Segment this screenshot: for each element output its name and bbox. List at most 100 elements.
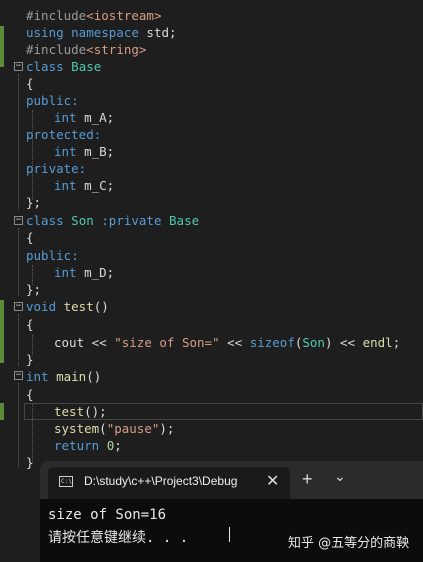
keyword: class (26, 213, 64, 228)
brace: { (26, 317, 34, 332)
identifier: std; (138, 25, 177, 40)
access-specifier: private: (26, 161, 87, 176)
parens: () (93, 299, 109, 314)
class-name: Son (302, 335, 325, 350)
indent-guide (18, 228, 19, 296)
keyword: return (54, 438, 107, 453)
code-line-21[interactable]: } (26, 351, 34, 368)
stream-expr: cout << (54, 335, 115, 350)
string-literal: "size of Son=" (114, 335, 220, 350)
access-specifier: public: (26, 93, 79, 108)
brace: }; (26, 195, 42, 210)
collapse-icon[interactable]: − (14, 216, 23, 225)
class-name: Son (63, 213, 102, 228)
code-line-25[interactable]: system("pause"); (54, 420, 174, 437)
indent-guide (32, 110, 33, 200)
code-line-27[interactable]: } (26, 454, 34, 471)
code-line-19[interactable]: { (26, 316, 34, 333)
close-icon[interactable]: ✕ (266, 471, 279, 491)
code-line-18[interactable]: void test() (26, 298, 109, 315)
semicolon: ; (392, 335, 401, 350)
code-line-17[interactable]: }; (26, 281, 41, 298)
change-indicator (0, 300, 4, 363)
keyword: class (26, 59, 64, 74)
parens: () (86, 369, 102, 384)
console-icon: C:\ (59, 476, 73, 487)
indent-guide (18, 314, 19, 366)
code-line-10[interactable]: private: (26, 160, 86, 177)
function-name: endl (362, 335, 393, 350)
brace: }; (26, 282, 42, 297)
include-target: <string> (86, 42, 147, 57)
brace: } (26, 352, 34, 367)
code-line-26[interactable]: return 0; (54, 437, 122, 454)
code-line-6[interactable]: public: (26, 92, 79, 109)
code-line-16[interactable]: int m_D; (54, 264, 114, 281)
type-keyword: int (54, 178, 77, 193)
code-editor[interactable]: − − − − #include<iostream> using namespa… (0, 0, 423, 470)
member: m_D; (76, 265, 115, 280)
access-specifier: :private (101, 213, 162, 228)
function-name: test (54, 404, 85, 419)
semicolon: ; (114, 438, 122, 453)
code-line-14[interactable]: { (26, 229, 34, 246)
code-line-8[interactable]: protected: (26, 126, 101, 143)
type-keyword: void (26, 299, 57, 314)
code-line-24[interactable]: test(); (54, 403, 107, 420)
terminal-tab-bar: C:\ D:\study\c++\Project3\Debug ✕ + ⌄ (40, 461, 423, 499)
chevron-down-icon[interactable]: ⌄ (334, 468, 346, 485)
code-line-9[interactable]: int m_B; (54, 143, 114, 160)
brace: { (26, 230, 34, 245)
member: m_B; (76, 144, 115, 159)
code-line-7[interactable]: int m_A; (54, 109, 114, 126)
access-specifier: protected: (26, 127, 102, 142)
operator: ) << (324, 335, 363, 350)
terminal-output-line: size of Son=16 (48, 507, 167, 523)
code-line-20[interactable]: cout << "size of Son=" << sizeof(Son) <<… (54, 334, 400, 351)
operator: << (219, 335, 250, 350)
function-name: test (56, 299, 94, 314)
tab-title: D:\study\c++\Project3\Debug (84, 474, 238, 488)
terminal-window[interactable]: C:\ D:\study\c++\Project3\Debug ✕ + ⌄ si… (40, 461, 423, 562)
member: m_A; (76, 110, 115, 125)
collapse-icon[interactable]: − (14, 62, 23, 71)
code-line-2[interactable]: using namespace std; (26, 24, 177, 41)
function-name: main (48, 369, 87, 384)
code-line-15[interactable]: public: (26, 247, 79, 264)
watermark: 知乎 @五等分的商鞅 (288, 536, 410, 551)
include-target: <iostream> (86, 8, 162, 23)
terminal-output-line: 请按任意键继续. . . (48, 530, 189, 546)
paren: ); (159, 421, 175, 436)
sizeof-keyword: sizeof (249, 335, 295, 350)
paren: ( (99, 421, 107, 436)
code-line-4[interactable]: class Base (26, 58, 101, 75)
brace: } (26, 455, 34, 470)
access-specifier: public: (26, 248, 79, 263)
code-line-11[interactable]: int m_C; (54, 177, 114, 194)
brace: { (26, 387, 34, 402)
code-line-3[interactable]: #include<string> (26, 41, 146, 58)
class-name: Base (63, 59, 102, 74)
type-keyword: int (54, 144, 77, 159)
new-tab-button[interactable]: + (302, 469, 313, 490)
code-line-1[interactable]: #include<iostream> (26, 7, 161, 24)
keyword: using namespace (26, 25, 139, 40)
code-line-23[interactable]: { (26, 386, 34, 403)
collapse-icon[interactable]: − (14, 371, 23, 380)
class-name: Base (161, 213, 200, 228)
collapse-icon[interactable]: − (14, 302, 23, 311)
terminal-tab[interactable]: C:\ D:\study\c++\Project3\Debug ✕ (48, 467, 290, 499)
type-keyword: int (54, 110, 77, 125)
code-line-13[interactable]: class Son :private Base (26, 212, 199, 229)
indent-guide (18, 74, 19, 210)
type-keyword: int (54, 265, 77, 280)
preprocessor-directive: #include (26, 8, 87, 23)
change-indicator (0, 26, 4, 67)
code-line-22[interactable]: int main() (26, 368, 101, 385)
change-indicator (0, 403, 4, 420)
function-name: system (54, 421, 100, 436)
code-line-12[interactable]: }; (26, 194, 41, 211)
indent-guide (18, 383, 19, 467)
member: m_C; (76, 178, 115, 193)
code-line-5[interactable]: { (26, 75, 34, 92)
